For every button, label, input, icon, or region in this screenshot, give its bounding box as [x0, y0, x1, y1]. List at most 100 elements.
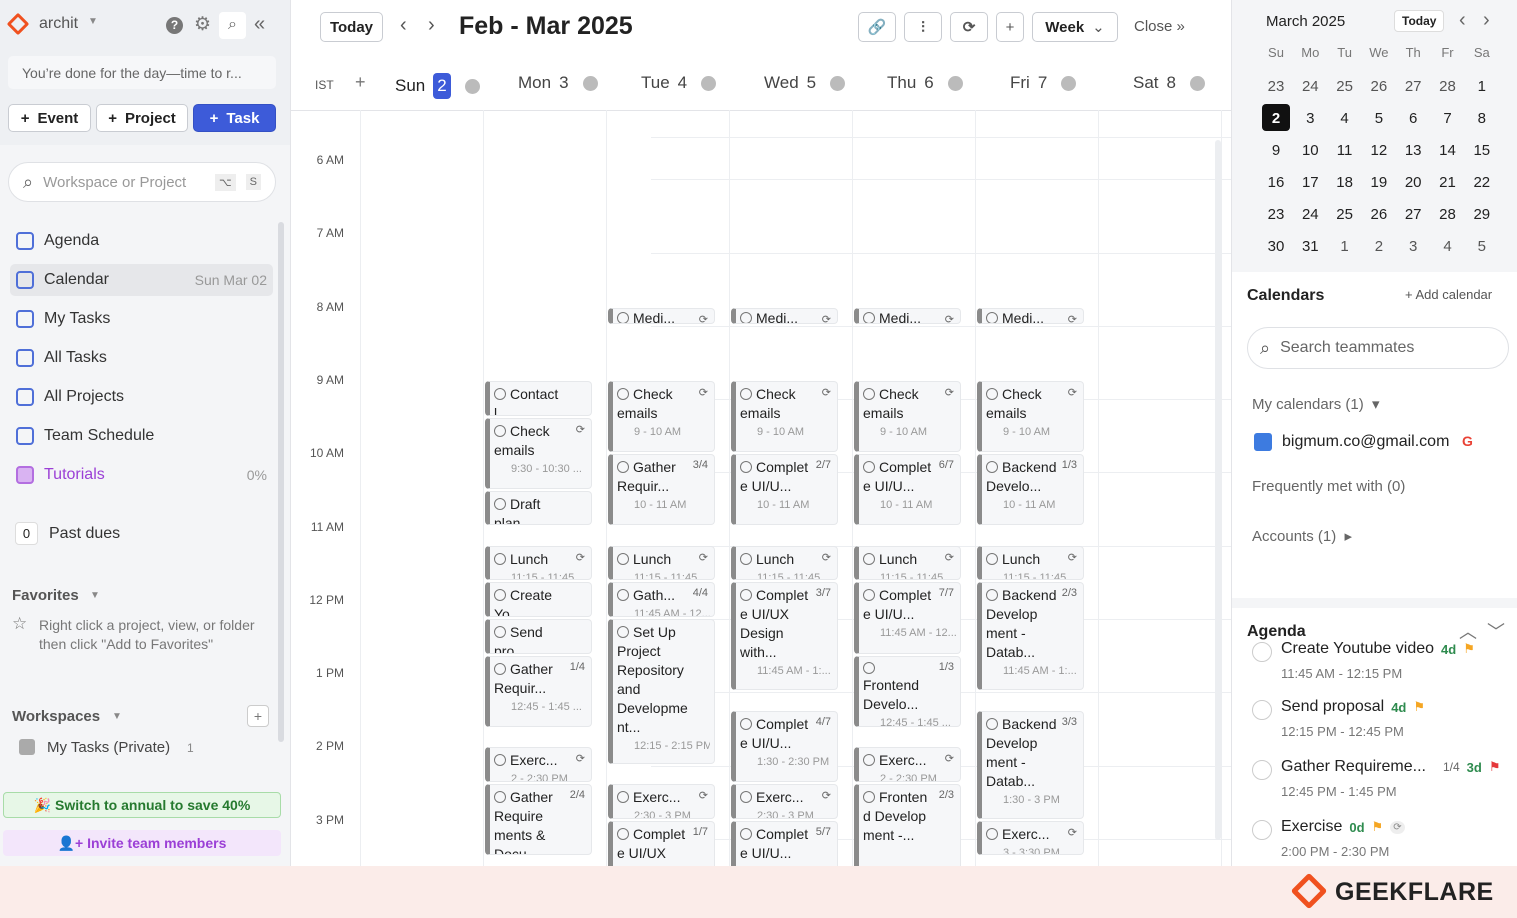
minical-day[interactable]: 6	[1396, 110, 1430, 127]
minical-day[interactable]: 1	[1465, 78, 1499, 95]
minical-day[interactable]: 17	[1293, 174, 1327, 191]
day-header-tue[interactable]: Tue 4	[641, 73, 717, 93]
day-header-mon[interactable]: Mon 3	[518, 73, 598, 93]
minical-day[interactable]: 26	[1362, 206, 1396, 223]
my-calendars-toggle[interactable]: My calendars (1) ▾	[1252, 395, 1380, 413]
calendar-event[interactable]: Backend Develop ment - Datab... 11:45 AM …	[977, 582, 1084, 691]
sidebar-item-my-tasks[interactable]: My Tasks	[10, 303, 273, 335]
minical-day[interactable]: 3	[1396, 238, 1430, 255]
minical-day[interactable]: 29	[1465, 206, 1499, 223]
minical-day[interactable]: 14	[1431, 142, 1465, 159]
day-header-sun[interactable]: Sun 2	[395, 73, 480, 99]
sidebar-item-all-tasks[interactable]: All Tasks	[10, 342, 273, 374]
minical-day[interactable]: 4	[1328, 110, 1362, 127]
minical-day[interactable]: 20	[1396, 174, 1430, 191]
sidebar-item-agenda[interactable]: Agenda	[10, 225, 273, 257]
calendar-event[interactable]: Complet e UI/U... 10 - 11 AM 2/7	[731, 454, 838, 526]
upgrade-button[interactable]: 🎉 Switch to annual to save 40%	[3, 792, 281, 818]
task-checkbox[interactable]	[740, 791, 752, 804]
task-checkbox[interactable]	[494, 424, 506, 437]
sync-icon[interactable]: ⟳	[950, 12, 988, 42]
chevron-down-icon[interactable]: ▼	[112, 711, 122, 722]
gear-icon[interactable]: ⚙	[194, 13, 211, 36]
calendar-event[interactable]: Medi... ⟳	[608, 307, 715, 324]
task-checkbox[interactable]	[740, 827, 752, 840]
task-checkbox[interactable]	[617, 827, 629, 840]
clock-icon[interactable]	[947, 75, 963, 91]
minical-prev-icon[interactable]: ‹	[1459, 9, 1466, 32]
calendar-event[interactable]: Exerc... 2:30 - 3 PM ⟳	[608, 784, 715, 819]
calendar-scrollbar[interactable]	[1215, 140, 1221, 840]
invite-team-button[interactable]: 👤+ Invite team members	[3, 830, 281, 856]
workspace-user[interactable]: archit	[39, 15, 78, 33]
minical-day[interactable]: 28	[1431, 78, 1465, 95]
calendar-event[interactable]: Complet e UI/U... 11:45 AM - 12... 7/7	[854, 582, 961, 654]
sidebar-item-tutorials[interactable]: Tutorials 0%	[10, 459, 273, 491]
accounts-toggle[interactable]: Accounts (1) ▸	[1252, 527, 1352, 545]
task-checkbox[interactable]	[986, 827, 998, 840]
minical-day[interactable]: 5	[1362, 110, 1396, 127]
task-checkbox[interactable]	[1252, 642, 1272, 662]
task-checkbox[interactable]	[740, 552, 752, 565]
task-checkbox[interactable]	[863, 589, 875, 602]
minical-day[interactable]: 2	[1362, 238, 1396, 255]
agenda-item[interactable]: Gather Requireme... 1/4 3d ⚑	[1281, 758, 1500, 776]
minical-day[interactable]: 21	[1431, 174, 1465, 191]
task-checkbox[interactable]	[1252, 760, 1272, 780]
minical-day[interactable]: 11	[1328, 142, 1362, 159]
minical-day[interactable]: 27	[1396, 206, 1430, 223]
day-header-sat[interactable]: Sat 8	[1133, 73, 1205, 93]
calendar-event[interactable]: Complet e UI/U... 1:30 - 2:30 PM 4/7	[731, 710, 838, 783]
calendar-event[interactable]: Check emails 9 - 10 AM ⟳	[977, 380, 1084, 453]
sidebar-item-team-schedule[interactable]: Team Schedule	[10, 420, 273, 452]
calendar-event[interactable]: Exerc... 3 - 3:30 PM ⟳	[977, 820, 1084, 856]
link-icon[interactable]: 🔗	[858, 12, 896, 42]
task-checkbox[interactable]	[494, 791, 506, 804]
task-checkbox[interactable]	[740, 387, 752, 400]
task-checkbox[interactable]	[986, 717, 998, 730]
calendar-event[interactable]: Lunch 11:15 - 11:45 ... ⟳	[485, 545, 592, 581]
minical-day[interactable]: 3	[1293, 110, 1327, 127]
calendar-event[interactable]: Lunch 11:15 - 11:45 ... ⟳	[977, 545, 1084, 581]
workspace-item[interactable]: My Tasks (Private)	[47, 739, 170, 756]
today-button[interactable]: Today	[320, 12, 383, 42]
minical-day-today[interactable]: 2	[1262, 104, 1290, 131]
task-checkbox[interactable]	[863, 754, 875, 767]
task-checkbox[interactable]	[617, 626, 629, 639]
clock-icon[interactable]	[830, 75, 846, 91]
add-workspace-button[interactable]: +	[247, 705, 269, 727]
minical-day[interactable]: 31	[1293, 238, 1327, 255]
search-icon[interactable]: ⌕	[219, 12, 246, 39]
calendar-event[interactable]: Complet e UI/U... 10 - 11 AM 6/7	[854, 454, 961, 526]
minical-day[interactable]: 27	[1396, 78, 1430, 95]
calendar-event[interactable]: Medi... ⟳	[977, 307, 1084, 324]
minical-day[interactable]: 26	[1362, 78, 1396, 95]
calendar-event[interactable]: Send pro...12:15 - 12:45 ...	[485, 619, 592, 654]
calendar-event[interactable]: Check emails 9:30 - 10:30 ... ⟳	[485, 417, 592, 489]
add-event-button[interactable]: + Event	[8, 104, 91, 132]
minical-day[interactable]: 23	[1259, 78, 1293, 95]
close-button[interactable]: Close »	[1134, 18, 1185, 35]
task-checkbox[interactable]	[740, 311, 752, 323]
task-checkbox[interactable]	[494, 754, 506, 767]
minical-day[interactable]: 8	[1465, 110, 1499, 127]
calendar-event[interactable]: Draft plan...10:30 - 11 AM	[485, 490, 592, 526]
minical-next-icon[interactable]: ›	[1483, 9, 1490, 32]
minical-today-button[interactable]: Today	[1394, 10, 1445, 32]
minical-day[interactable]: 22	[1465, 174, 1499, 191]
calendar-event[interactable]: Exerc... 2:30 - 3 PM ⟳	[731, 784, 838, 819]
calendar-event[interactable]: Gather Requir... 10 - 11 AM 3/4	[608, 454, 715, 526]
view-select[interactable]: Week ⌄	[1032, 12, 1118, 42]
task-checkbox[interactable]	[617, 387, 629, 400]
agenda-item[interactable]: Exercise 0d ⚑ ⟳	[1281, 818, 1405, 836]
calendar-event[interactable]: Create Yo...11:45 AM - 12...	[485, 582, 592, 618]
calendar-email[interactable]: bigmum.co@gmail.com	[1282, 433, 1449, 451]
task-checkbox[interactable]	[494, 626, 506, 639]
frequently-met-toggle[interactable]: Frequently met with (0)	[1252, 478, 1405, 495]
calendar-event[interactable]: Medi... ⟳	[731, 307, 838, 324]
agenda-item[interactable]: Create Youtube video 4d ⚑	[1281, 640, 1475, 658]
task-checkbox[interactable]	[740, 461, 752, 474]
favorites-heading[interactable]: Favorites	[12, 587, 79, 604]
next-week-icon[interactable]: ›	[428, 14, 435, 37]
prev-week-icon[interactable]: ‹	[400, 14, 407, 37]
